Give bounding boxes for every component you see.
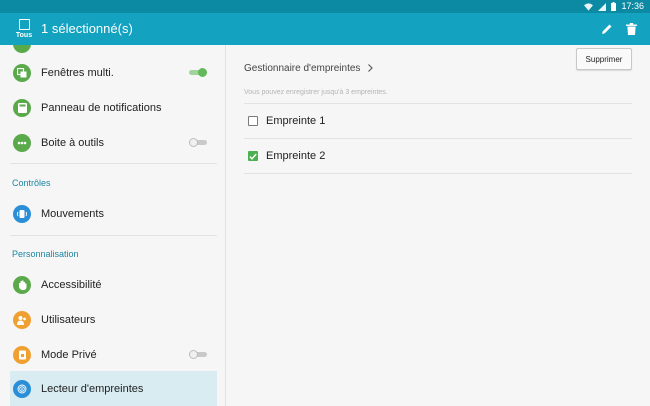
fingerprint-2-checkbox[interactable]: [248, 151, 258, 161]
fingerprint-panel: Supprimer Gestionnaire d'empreintes Vous…: [227, 45, 650, 406]
fingerprint-1-label: Empreinte 1: [266, 115, 326, 127]
action-bar: Tous 1 sélectionné(s): [0, 13, 650, 45]
multi-window-toggle[interactable]: [189, 68, 207, 77]
section-header-personalisation: Personnalisation: [12, 249, 79, 259]
toolbox-icon: [13, 133, 31, 152]
motion-icon: [13, 204, 31, 223]
wifi-icon: [584, 2, 594, 11]
settings-sidebar: Fenêtres multi. Panneau de notifications…: [0, 45, 226, 406]
select-all-checkbox[interactable]: Tous: [10, 16, 38, 44]
sidebar-item-label: Lecteur d'empreintes: [41, 382, 144, 395]
sidebar-item-accessibility[interactable]: Accessibilité: [10, 267, 217, 302]
partial-item-icon: [13, 45, 31, 53]
fingerprint-manager-link[interactable]: Gestionnaire d'empreintes: [244, 61, 374, 75]
status-icons: 17:36: [584, 1, 644, 12]
sidebar-item-toolbox[interactable]: Boite à outils: [10, 125, 217, 160]
divider: [10, 235, 217, 236]
sidebar-item-label: Mouvements: [41, 207, 104, 220]
sidebar-item-users[interactable]: Utilisateurs: [10, 302, 217, 337]
divider: [244, 173, 632, 174]
checkmark-icon: [249, 153, 257, 160]
edit-icon[interactable]: [598, 20, 616, 38]
section-header-controls: Contrôles: [12, 178, 51, 188]
sidebar-item-label: Fenêtres multi.: [41, 66, 114, 79]
notification-panel-icon: [13, 98, 31, 117]
sidebar-item-label: Utilisateurs: [41, 313, 96, 326]
fingerprint-row-1[interactable]: Empreinte 1: [244, 104, 632, 138]
toolbox-toggle[interactable]: [189, 138, 207, 147]
sidebar-item-label: Mode Privé: [41, 348, 97, 361]
select-all-label: Tous: [15, 32, 33, 39]
private-mode-icon: [13, 345, 31, 364]
fingerprint-1-checkbox[interactable]: [248, 116, 258, 126]
sidebar-item-label: Accessibilité: [41, 278, 102, 291]
sidebar-item-private-mode[interactable]: Mode Privé: [10, 337, 217, 372]
fingerprint-icon: [13, 379, 31, 398]
selection-count-title: 1 sélectionné(s): [41, 21, 133, 36]
fingerprint-manager-label: Gestionnaire d'empreintes: [244, 62, 361, 74]
sidebar-item-motion[interactable]: Mouvements: [10, 196, 217, 231]
delete-button[interactable]: Supprimer: [576, 48, 632, 70]
chevron-right-icon: [368, 64, 374, 72]
battery-icon: [611, 2, 617, 11]
trash-icon[interactable]: [622, 20, 640, 38]
status-time: 17:36: [621, 1, 644, 11]
accessibility-hand-icon: [13, 275, 31, 294]
sidebar-item-notification-panel[interactable]: Panneau de notifications: [10, 90, 217, 125]
sidebar-item-multi-window[interactable]: Fenêtres multi.: [10, 55, 217, 90]
sidebar-item-label: Boite à outils: [41, 136, 104, 149]
fingerprint-row-2[interactable]: Empreinte 2: [244, 139, 632, 173]
sidebar-item-label: Panneau de notifications: [41, 101, 162, 114]
fingerprint-limit-info: Vous pouvez enregistrer jusqu'à 3 emprei…: [244, 89, 388, 96]
fingerprint-2-label: Empreinte 2: [266, 150, 326, 162]
checkbox-outline-icon: [19, 19, 30, 30]
signal-icon: [598, 2, 607, 11]
status-bar: 17:36: [0, 0, 650, 13]
multi-window-icon: [13, 63, 31, 82]
private-mode-toggle[interactable]: [189, 350, 207, 359]
users-icon: [13, 310, 31, 329]
sidebar-item-fingerprint-reader[interactable]: Lecteur d'empreintes: [10, 371, 217, 406]
divider: [10, 163, 217, 164]
